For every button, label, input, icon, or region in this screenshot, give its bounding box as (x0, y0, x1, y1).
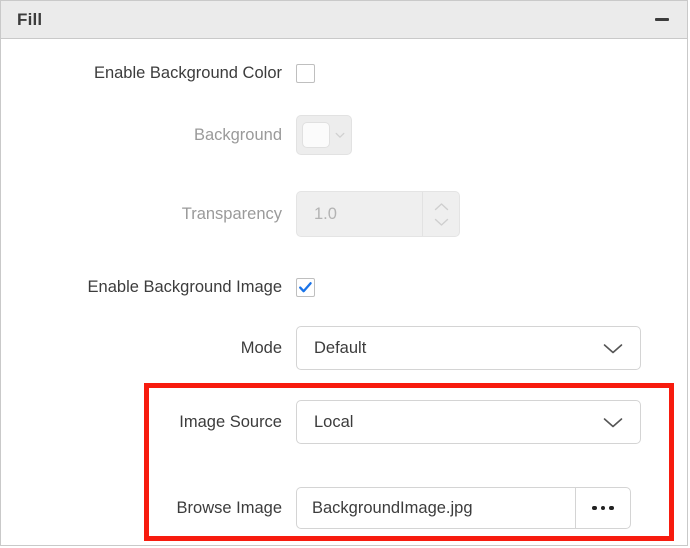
chevron-down-icon (603, 417, 623, 427)
enable-background-image-checkbox[interactable] (296, 278, 315, 297)
row-image-source: Image Source Local (1, 400, 641, 444)
ellipsis-dot (600, 505, 606, 511)
browse-image-label: Browse Image (176, 498, 282, 517)
image-source-dropdown[interactable]: Local (296, 400, 641, 444)
row-browse-image: Browse Image BackgroundImage.jpg (1, 487, 631, 529)
transparency-label: Transparency (181, 204, 282, 223)
transparency-stepper[interactable]: 1.0 (296, 191, 460, 237)
minus-icon-bar (655, 18, 669, 21)
ellipsis-dot (609, 505, 614, 511)
ellipsis-dot (592, 505, 597, 511)
panel-header: Fill (1, 1, 687, 39)
enable-background-color-label: Enable Background Color (93, 64, 282, 82)
row-enable-background-color: Enable Background Color (1, 64, 315, 83)
chevron-down-icon (603, 343, 623, 353)
mode-dropdown[interactable]: Default (296, 326, 641, 370)
transparency-spinner-arrows[interactable] (422, 192, 459, 236)
chevron-up-icon[interactable] (433, 202, 450, 212)
ellipsis-icon[interactable] (575, 487, 631, 529)
chevron-down-icon[interactable] (433, 217, 450, 227)
fill-panel: Fill Enable Background Color Background … (0, 0, 688, 546)
row-enable-background-image: Enable Background Image (1, 278, 315, 297)
mode-label: Mode (240, 338, 282, 357)
background-color-picker[interactable] (296, 115, 352, 155)
browse-image-field-group: BackgroundImage.jpg (296, 487, 631, 529)
row-background: Background (1, 115, 352, 155)
checkmark-icon (299, 282, 312, 293)
browse-image-input[interactable]: BackgroundImage.jpg (296, 487, 575, 529)
image-source-label: Image Source (179, 412, 282, 431)
image-source-value: Local (314, 412, 354, 431)
mode-value: Default (314, 338, 367, 357)
color-swatch (302, 122, 330, 148)
page-title: Fill (17, 9, 43, 29)
background-label: Background (193, 125, 282, 144)
transparency-value: 1.0 (314, 204, 337, 223)
row-transparency: Transparency 1.0 (1, 191, 460, 237)
chevron-down-icon (335, 132, 345, 138)
minus-icon[interactable] (651, 9, 673, 31)
enable-background-color-checkbox[interactable] (296, 64, 315, 83)
row-mode: Mode Default (1, 326, 641, 370)
enable-background-image-label: Enable Background Image (87, 278, 282, 296)
